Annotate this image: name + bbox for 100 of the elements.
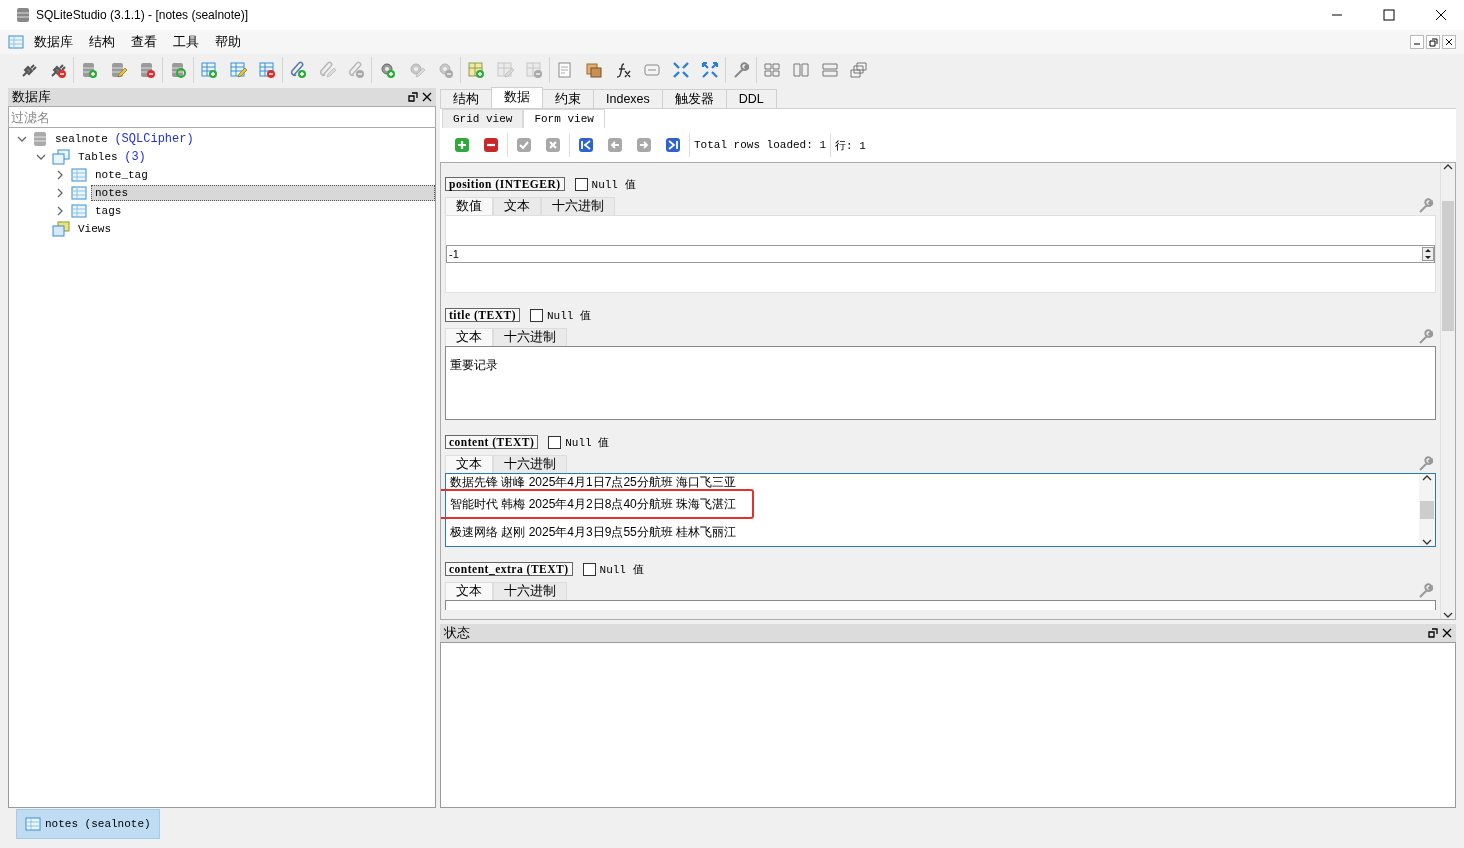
tab[interactable]: DDL (725, 89, 777, 108)
tile-icon[interactable] (763, 61, 781, 79)
null-checkbox[interactable] (548, 435, 562, 449)
row-number-text: 行: 1 (834, 138, 867, 154)
restore-button[interactable] (1426, 35, 1440, 49)
field-tab[interactable]: 文本 (445, 328, 493, 346)
field-tab[interactable]: 文本 (493, 197, 541, 215)
float-icon[interactable] (1428, 628, 1438, 638)
paperclip-add-icon[interactable] (289, 61, 307, 79)
view-tab[interactable]: Grid view (442, 109, 524, 128)
last-row-icon[interactable] (665, 137, 681, 153)
window-tab[interactable]: notes (sealnote) (16, 809, 160, 839)
table-edit-icon[interactable] (229, 61, 247, 79)
table-icon (71, 203, 87, 219)
gear-add-icon[interactable] (378, 61, 396, 79)
database-add-icon[interactable] (80, 61, 98, 79)
field-tab[interactable]: 十六进制 (493, 328, 567, 346)
function-icon[interactable] (614, 61, 632, 79)
null-checkbox[interactable] (574, 177, 588, 191)
close-icon[interactable] (1442, 628, 1452, 638)
tab[interactable]: 结构 (440, 89, 492, 108)
unplug-icon[interactable] (49, 61, 67, 79)
text-line: 极速网络 赵刚 2025年4月3日9点55分航班 桂林飞丽江 (450, 525, 737, 539)
database-refresh-icon[interactable] (169, 61, 187, 79)
field-tab[interactable]: 十六进制 (493, 582, 567, 600)
field-tab[interactable]: 十六进制 (541, 197, 615, 215)
scrollbar[interactable] (1440, 163, 1455, 619)
tree-item[interactable]: sealnote (SQLCipher) (51, 130, 198, 148)
field-tab[interactable]: 数值 (445, 197, 493, 215)
field-tab[interactable]: 文本 (445, 455, 493, 473)
first-row-icon[interactable] (578, 137, 594, 153)
panel-title: 状态 (444, 624, 471, 642)
field-name: title (TEXT) (445, 308, 520, 322)
text-line: 重要记录 (450, 358, 498, 372)
database-edit-icon[interactable] (109, 61, 127, 79)
scroll-up-icon[interactable] (1422, 474, 1432, 482)
scrollbar-thumb[interactable] (1442, 201, 1454, 331)
table-icon (25, 816, 41, 832)
field-tab[interactable]: 十六进制 (493, 455, 567, 473)
wrench-icon[interactable] (1418, 328, 1434, 344)
minimize-button[interactable] (1410, 35, 1424, 49)
tile-vertical-icon[interactable] (821, 61, 839, 79)
field-name: position (INTEGER) (445, 177, 565, 191)
view-tab[interactable]: Form view (523, 109, 605, 128)
scrollbar[interactable] (1419, 474, 1435, 546)
close-button[interactable] (1442, 35, 1456, 49)
expand-icon[interactable] (701, 61, 719, 79)
scrollbar-thumb[interactable] (1420, 501, 1434, 519)
collation-icon[interactable] (643, 61, 661, 79)
menu-item[interactable]: 结构 (83, 31, 121, 53)
table-add-icon[interactable] (200, 61, 218, 79)
float-icon[interactable] (408, 92, 418, 102)
checkbox-label: Null 值 (591, 177, 636, 192)
view-add-icon[interactable] (467, 61, 485, 79)
text-area[interactable]: 重要记录 (445, 346, 1436, 420)
null-checkbox[interactable] (582, 562, 596, 576)
text-line: 数据先锋 谢峰 2025年4月1日7点25分航班 海口飞三亚 (450, 475, 737, 489)
table-remove-icon[interactable] (258, 61, 276, 79)
tree-item[interactable]: tags (91, 203, 126, 219)
collapse-icon[interactable] (672, 61, 690, 79)
tab[interactable]: 数据 (491, 87, 543, 108)
cascade-icon[interactable] (850, 61, 868, 79)
null-checkbox[interactable] (530, 308, 543, 322)
scroll-up-icon[interactable] (1443, 163, 1453, 171)
menu-item[interactable]: 查看 (125, 31, 163, 53)
scroll-down-icon[interactable] (1443, 611, 1453, 619)
maximize-icon[interactable] (1383, 9, 1395, 21)
add-row-icon[interactable] (454, 137, 470, 153)
close-icon[interactable] (422, 92, 432, 102)
tree-item[interactable]: notes (91, 185, 435, 201)
sql-editor-icon[interactable] (556, 61, 574, 79)
wrench-icon[interactable] (1418, 197, 1434, 213)
text-area[interactable] (445, 600, 1436, 610)
plug-icon[interactable] (20, 61, 38, 79)
wrench-icon[interactable] (1418, 582, 1434, 598)
checkbox-label: Null 值 (599, 562, 644, 577)
rows-loaded-text: Total rows loaded: 1 (690, 133, 832, 157)
delete-row-icon[interactable] (483, 137, 499, 153)
number-field[interactable]: -1 (447, 248, 1422, 260)
tree-item[interactable]: Tables (3) (74, 148, 150, 166)
menu-item[interactable]: 工具 (167, 31, 205, 53)
tab[interactable]: 触发器 (661, 89, 727, 108)
scroll-down-icon[interactable] (1422, 538, 1432, 546)
tab[interactable]: 约束 (542, 89, 594, 108)
wrench-icon[interactable] (732, 61, 750, 79)
tile-horizontal-icon[interactable] (792, 61, 810, 79)
filter-field[interactable]: 过滤名 (8, 106, 436, 128)
spinner-icon[interactable] (1422, 247, 1434, 261)
field-tab[interactable]: 文本 (445, 582, 493, 600)
database-remove-icon[interactable] (138, 61, 156, 79)
tree-item[interactable]: note_tag (91, 167, 152, 183)
tree-item[interactable]: Views (74, 221, 115, 237)
menu-item[interactable]: 帮助 (209, 31, 247, 53)
spin-box[interactable]: -1 (446, 245, 1435, 263)
checkbox-label: Null 值 (547, 308, 592, 323)
close-icon[interactable] (1435, 9, 1447, 21)
import-icon[interactable] (585, 61, 603, 79)
table-icon (71, 167, 87, 183)
menu-item[interactable]: 数据库 (28, 31, 79, 53)
views-folder-icon (52, 221, 70, 237)
